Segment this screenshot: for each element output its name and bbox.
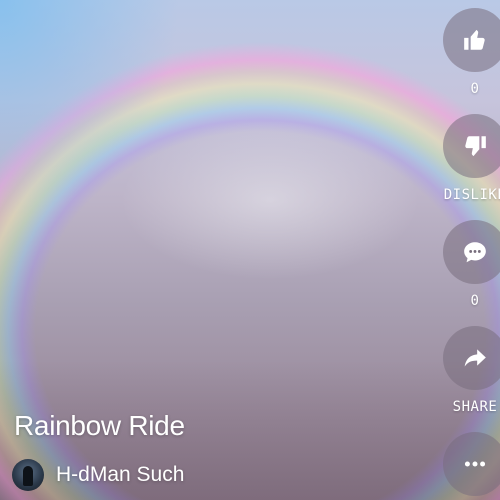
share-button[interactable] xyxy=(443,326,500,390)
comments-button[interactable] xyxy=(443,220,500,284)
comment-count: 0 xyxy=(470,293,480,309)
comment-icon xyxy=(464,242,486,263)
comments-action: 0 xyxy=(442,220,500,309)
thumbs-up-icon xyxy=(464,29,485,50)
share-arrow-icon xyxy=(464,349,486,367)
more-action xyxy=(442,432,500,496)
share-label: SHARE xyxy=(452,399,498,415)
more-dots-icon xyxy=(464,461,486,467)
shorts-player[interactable]: Rainbow Ride H-dMan Such 0 DISLIKE 0 SHA… xyxy=(0,0,500,500)
more-options-button[interactable] xyxy=(443,432,500,496)
share-action: SHARE xyxy=(442,326,500,415)
like-action: 0 xyxy=(442,8,500,97)
dislike-action: DISLIKE xyxy=(442,114,500,203)
sky-glow xyxy=(120,120,420,280)
channel-name[interactable]: H-dMan Such xyxy=(56,463,184,487)
dislike-label: DISLIKE xyxy=(443,187,500,203)
channel-info[interactable]: H-dMan Such xyxy=(12,459,184,491)
video-title: Rainbow Ride xyxy=(14,410,185,441)
thumbs-down-icon xyxy=(465,136,486,157)
like-count: 0 xyxy=(470,81,480,97)
channel-avatar[interactable] xyxy=(12,459,44,491)
dislike-button[interactable] xyxy=(443,114,500,178)
like-button[interactable] xyxy=(443,8,500,72)
avatar-figure xyxy=(23,466,33,486)
